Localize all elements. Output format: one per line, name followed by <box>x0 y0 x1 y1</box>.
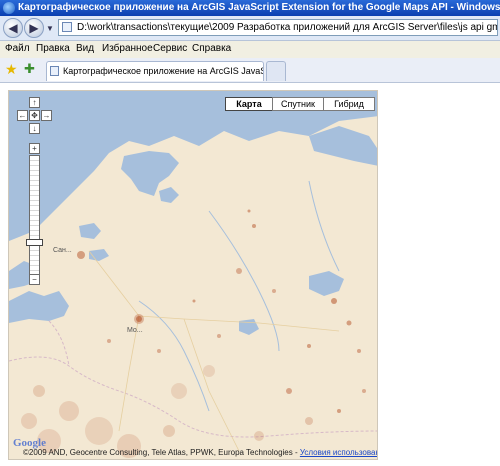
menu-view[interactable]: Вид <box>76 43 94 54</box>
tab-bar: ★ ✚ Картографическое приложение на ArcGI… <box>0 58 500 83</box>
zoom-out-button[interactable]: − <box>29 274 40 285</box>
zoom-in-button[interactable]: + <box>29 143 40 154</box>
menu-bar: Файл Правка Вид Избранное Сервис Справка <box>0 41 500 59</box>
menu-favorites[interactable]: Избранное <box>102 43 153 54</box>
pan-up-icon[interactable]: ↑ <box>29 97 40 108</box>
map-copyright: ©2009 AND, Geocentre Consulting, Tele At… <box>23 448 377 457</box>
forward-arrow-icon[interactable]: ▶ <box>24 18 44 38</box>
menu-file[interactable]: Файл <box>5 43 30 54</box>
address-url: D:\work\transactions\текущие\2009 Разраб… <box>77 22 497 33</box>
menu-help[interactable]: Справка <box>192 43 231 54</box>
tab-page-icon <box>50 66 59 76</box>
page-icon <box>62 22 72 32</box>
pan-left-icon[interactable]: ← <box>17 110 28 121</box>
add-favorites-icon[interactable]: ✚ <box>24 62 35 76</box>
navigation-toolbar: ◀ ▶ ▼ D:\work\transactions\текущие\2009 … <box>0 16 500 41</box>
window-title-bar: Картографическое приложение на ArcGIS Ja… <box>0 0 500 16</box>
pan-down-icon[interactable]: ↓ <box>29 123 40 134</box>
menu-tools[interactable]: Сервис <box>153 43 187 54</box>
pan-right-icon[interactable]: → <box>41 110 52 121</box>
zoom-slider-handle[interactable] <box>26 239 43 246</box>
city-label: Мо... <box>127 327 143 334</box>
map-type-map-button[interactable]: Карта <box>225 97 273 111</box>
favorites-star-icon[interactable]: ★ <box>5 62 18 76</box>
pan-center-icon[interactable]: ✥ <box>29 110 40 121</box>
history-dropdown-icon[interactable]: ▼ <box>46 24 54 33</box>
basemap <box>9 91 377 458</box>
back-arrow-icon[interactable]: ◀ <box>3 18 23 38</box>
terms-of-use-link[interactable]: Условия использования <box>300 448 377 457</box>
map-type-hybrid-button[interactable]: Гибрид <box>323 97 375 111</box>
map-canvas[interactable]: Сан... Мо... Карта Спутник Гибрид ↑ ← ✥ … <box>8 90 378 460</box>
new-tab-button[interactable] <box>266 61 286 81</box>
menu-edit[interactable]: Правка <box>36 43 70 54</box>
city-label: Сан... <box>53 247 72 254</box>
copyright-text: ©2009 AND, Geocentre Consulting, Tele At… <box>23 448 300 457</box>
window-title: Картографическое приложение на ArcGIS Ja… <box>18 2 500 13</box>
internet-explorer-icon <box>3 2 15 14</box>
zoom-slider-track[interactable] <box>29 155 40 275</box>
tab-label: Картографическое приложение на ArcGIS Ja… <box>63 66 264 76</box>
map-type-satellite-button[interactable]: Спутник <box>272 97 324 111</box>
address-bar[interactable]: D:\work\transactions\текущие\2009 Разраб… <box>58 19 498 36</box>
tab-active[interactable]: Картографическое приложение на ArcGIS Ja… <box>46 61 264 81</box>
